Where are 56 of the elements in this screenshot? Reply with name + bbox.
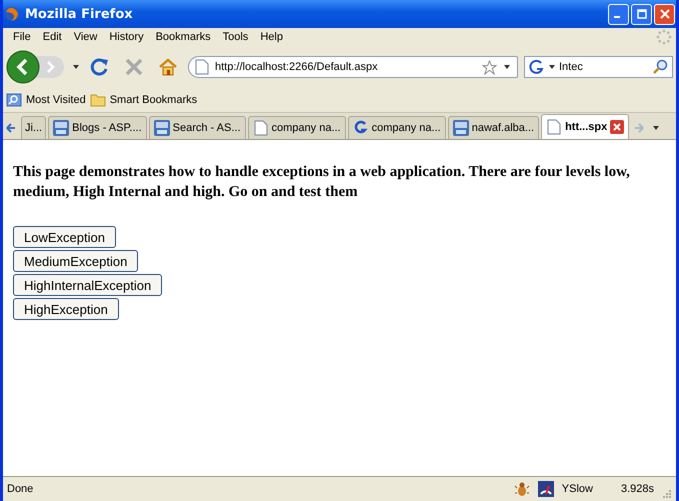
dropdown-arrow-icon[interactable]: [503, 63, 511, 71]
intro-paragraph: This page demonstrates how to handle exceptions in a web application. There are four levels low, medium, High Internal and high. Go on and test them: [13, 163, 631, 202]
dropdown-arrow-icon[interactable]: [72, 63, 80, 71]
status-text: Done: [7, 483, 34, 495]
menu-item[interactable]: Help: [254, 31, 289, 43]
google-g-icon: [352, 120, 369, 136]
browser-tab[interactable]: htt...spx: [541, 114, 630, 139]
star-icon[interactable]: [482, 60, 497, 74]
browser-tab[interactable]: company na...: [248, 116, 346, 139]
tab-list-icon[interactable]: [652, 124, 660, 132]
search-icon[interactable]: [652, 59, 668, 75]
page-icon: [252, 120, 269, 136]
close-button[interactable]: [654, 4, 675, 24]
browser-tab[interactable]: nawaf.alba...: [448, 116, 540, 139]
minimize-button[interactable]: [608, 4, 629, 24]
back-forward-control[interactable]: [6, 50, 66, 84]
page-icon: [546, 119, 562, 135]
address-bar[interactable]: http://localhost:2266/Default.aspx: [188, 56, 518, 78]
yslow-label[interactable]: YSlow: [562, 483, 593, 495]
bookmark-item[interactable]: Most Visited: [6, 92, 86, 108]
exception-button[interactable]: MediumException: [13, 250, 138, 272]
dropdown-arrow-icon[interactable]: [548, 63, 556, 71]
browser-tab[interactable]: company na...: [348, 116, 446, 139]
menu-item[interactable]: View: [68, 31, 104, 43]
window-title: Mozilla Firefox: [25, 6, 133, 22]
browser-tab[interactable]: Search - AS...: [148, 116, 246, 139]
reload-icon[interactable]: [90, 57, 110, 77]
gauge-icon[interactable]: [538, 481, 554, 497]
google-g-icon[interactable]: [529, 59, 545, 75]
folder-icon: [90, 92, 106, 108]
browser-tab[interactable]: Blogs - ASP....: [48, 116, 147, 139]
maximize-button[interactable]: [631, 4, 652, 24]
load-time: 3.928s: [620, 483, 654, 495]
search-folder-icon: [6, 92, 22, 108]
exception-button[interactable]: HighException: [13, 298, 119, 320]
search-field[interactable]: Intec: [524, 56, 673, 78]
menu-item[interactable]: History: [103, 31, 150, 43]
bookmark-item[interactable]: Smart Bookmarks: [90, 92, 198, 108]
minimize-icon: [614, 16, 620, 18]
menu-item[interactable]: Tools: [216, 31, 254, 43]
exception-button[interactable]: HighInternalException: [13, 274, 162, 296]
page-icon: [195, 59, 209, 75]
close-icon: [660, 9, 670, 19]
home-icon[interactable]: [158, 57, 178, 77]
scroll-left-icon[interactable]: [6, 122, 16, 132]
menu-item[interactable]: Edit: [36, 31, 68, 43]
firefox-logo-icon: [4, 6, 20, 22]
resize-grip-icon[interactable]: [662, 489, 672, 499]
menu-item[interactable]: File: [7, 31, 37, 43]
exception-button[interactable]: LowException: [13, 226, 116, 248]
throbber-icon: [656, 29, 672, 45]
maximize-icon: [636, 9, 646, 19]
menu-item[interactable]: Bookmarks: [150, 31, 217, 43]
bug-icon[interactable]: [514, 481, 530, 497]
browser-tab[interactable]: Ji...: [21, 116, 46, 139]
tab-close-icon[interactable]: [610, 120, 624, 134]
